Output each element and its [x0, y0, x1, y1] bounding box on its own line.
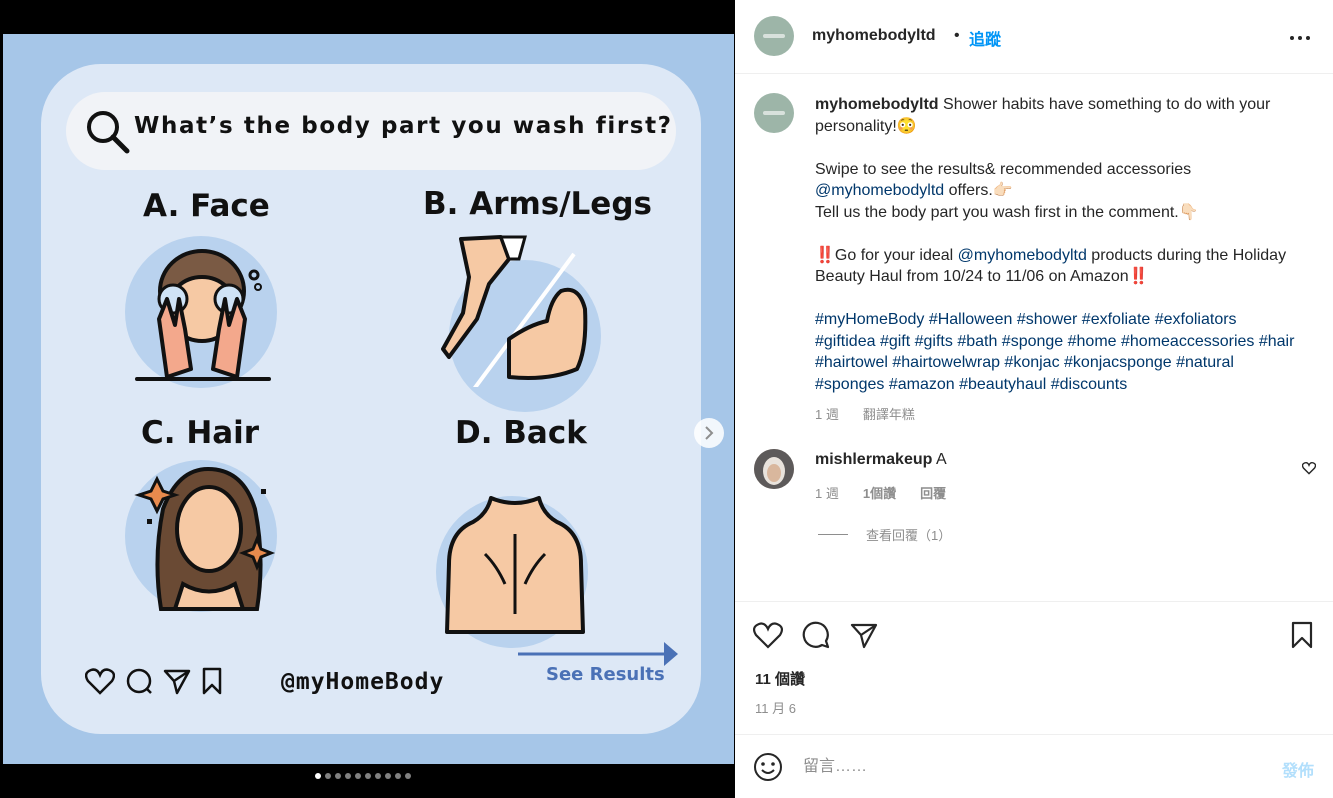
carousel-dot [385, 773, 391, 779]
avatar-photo-icon [754, 449, 794, 489]
comments-area: myhomebodyltd Shower habits have somethi… [735, 75, 1333, 601]
question-bar: What’s the body part you wash first? [66, 92, 676, 170]
carousel-dot [405, 773, 411, 779]
caption-meta: 1 週 翻譯年糕 [815, 404, 915, 423]
post-button[interactable]: 發佈 [1282, 757, 1314, 781]
comment: mishlermakeup A [815, 451, 947, 469]
divider [818, 534, 848, 535]
comment-icon [126, 668, 152, 694]
hashtags[interactable]: #myHomeBody #Halloween #shower #exfoliat… [815, 309, 1295, 395]
comment-meta: 1 週 1個讚 回覆 [815, 483, 946, 502]
option-b-label: B. Arms/Legs [423, 186, 652, 222]
share-icon[interactable] [850, 621, 878, 649]
mention-link[interactable]: @myhomebodyltd [815, 182, 944, 199]
action-bar: 11 個讚 11 月 6 [735, 601, 1333, 734]
caption-line: ‼️Go for your ideal [815, 246, 958, 264]
emoji-icon[interactable] [753, 752, 783, 782]
hair-icon [134, 466, 276, 611]
carousel-dots [315, 773, 411, 779]
view-replies-label: 查看回覆（1） [866, 528, 952, 543]
carousel-dot [325, 773, 331, 779]
quiz-card: What’s the body part you wash first? A. … [41, 64, 701, 734]
question-text: What’s the body part you wash first? [134, 113, 673, 139]
card-action-icons [85, 667, 223, 695]
more-options-icon[interactable] [1288, 26, 1312, 50]
post-header: myhomebodyltd • 追蹤 [735, 0, 1333, 74]
option-c-label: C. Hair [141, 415, 260, 451]
share-icon [163, 669, 191, 695]
carousel-dot [355, 773, 361, 779]
carousel-dot [335, 773, 341, 779]
chevron-right-icon [705, 426, 714, 440]
caption-line: offers.👉🏻 [944, 182, 1013, 199]
comment-composer: 發佈 [735, 734, 1333, 798]
caption-avatar[interactable] [754, 93, 794, 133]
back-icon [445, 496, 585, 634]
carousel-dot [365, 773, 371, 779]
header-username[interactable]: myhomebodyltd [812, 27, 936, 45]
caption: myhomebodyltd Shower habits have somethi… [815, 94, 1295, 395]
heart-icon [85, 668, 115, 695]
avatar[interactable] [754, 16, 794, 56]
view-replies-button[interactable]: 查看回覆（1） [818, 525, 951, 544]
carousel-dot [315, 773, 321, 779]
caption-line: Tell us the body part you wash first in … [815, 203, 1199, 221]
commenter-avatar[interactable] [754, 449, 794, 489]
post-date[interactable]: 11 月 6 [755, 698, 796, 717]
face-washing-icon [135, 249, 271, 381]
header-separator: • [954, 27, 960, 44]
caption-username[interactable]: myhomebodyltd [815, 96, 939, 113]
comment-likes[interactable]: 1個讚 [863, 483, 896, 502]
brand-handle: @myHomeBody [281, 669, 445, 695]
comment-input[interactable] [803, 752, 1263, 782]
carousel-dot [345, 773, 351, 779]
bookmark-icon[interactable] [1290, 621, 1314, 649]
comment-heart-icon[interactable] [1302, 461, 1316, 475]
magnifier-icon [87, 111, 130, 154]
comment-username[interactable]: mishlermakeup [815, 451, 932, 468]
caption-time[interactable]: 1 週 [815, 404, 839, 423]
like-icon[interactable] [753, 621, 783, 649]
like-count[interactable]: 11 個讚 [755, 668, 805, 689]
carousel-dot [375, 773, 381, 779]
post-media: What’s the body part you wash first? A. … [0, 0, 735, 798]
post-panel: myhomebodyltd • 追蹤 myhomebodyltd Shower … [735, 0, 1333, 798]
next-slide-button[interactable] [694, 418, 724, 448]
comment-time[interactable]: 1 週 [815, 483, 839, 502]
translate-link[interactable]: 翻譯年糕 [863, 404, 915, 423]
carousel-dot [395, 773, 401, 779]
comment-text: A [935, 451, 947, 468]
mention-link[interactable]: @myhomebodyltd [958, 247, 1087, 264]
caption-line: Swipe to see the results& recommended ac… [815, 160, 1192, 178]
option-d-label: D. Back [455, 415, 587, 451]
reply-button[interactable]: 回覆 [920, 483, 946, 502]
arm-leg-icon [441, 235, 588, 387]
follow-button[interactable]: 追蹤 [969, 26, 1001, 50]
bookmark-icon [202, 667, 222, 695]
option-a-label: A. Face [143, 188, 270, 224]
carousel-slide[interactable]: What’s the body part you wash first? A. … [3, 34, 734, 779]
comment-icon[interactable] [802, 621, 830, 649]
see-results-text: See Results [546, 664, 665, 685]
